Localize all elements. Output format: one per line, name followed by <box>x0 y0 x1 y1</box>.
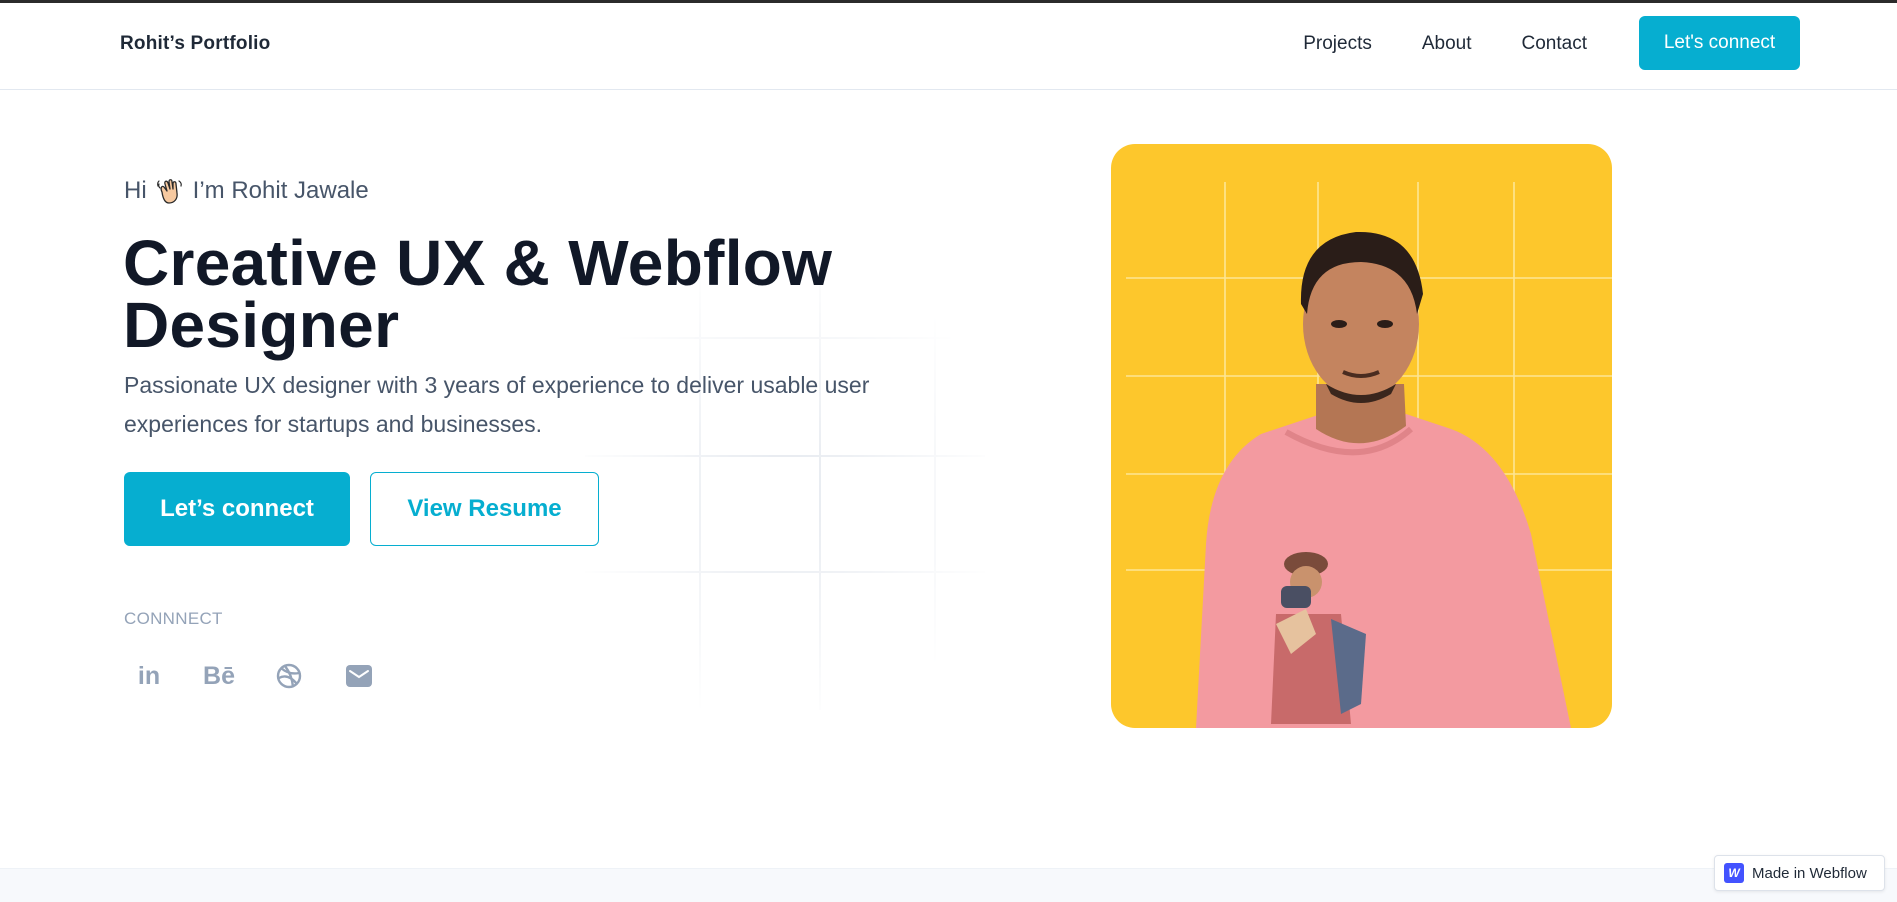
view-resume-button[interactable]: View Resume <box>370 472 599 546</box>
nav-link-contact[interactable]: Contact <box>1522 33 1587 55</box>
nav-link-about[interactable]: About <box>1422 33 1472 55</box>
webflow-badge-label: Made in Webflow <box>1752 864 1867 882</box>
nav-connect-button[interactable]: Let's connect <box>1639 16 1800 70</box>
greeting-name: I’m Rohit Jawale <box>192 177 369 204</box>
behance-icon[interactable]: Bē <box>194 654 244 698</box>
hero-subtitle: Passionate UX designer with 3 years of e… <box>124 372 870 437</box>
connect-button[interactable]: Let’s connect <box>124 472 350 546</box>
linkedin-icon[interactable]: in <box>124 654 174 698</box>
hero-headline: Creative UX & Webflow Designer <box>123 231 943 357</box>
next-section-edge <box>0 868 1897 902</box>
portrait-illustration <box>1126 182 1612 728</box>
webflow-logo-icon: W <box>1724 863 1744 883</box>
greeting-prefix: Hi <box>124 177 147 204</box>
nav-links: Projects About Contact <box>1303 33 1587 55</box>
waving-hand-icon <box>155 176 185 206</box>
hero-greeting: Hi I’m Rohit Jawale <box>124 176 369 206</box>
dribbble-icon[interactable] <box>264 654 314 698</box>
navbar: Rohit’s Portfolio Projects About Contact <box>0 3 1897 90</box>
behance-text: Bē <box>203 661 235 690</box>
nav-link-projects[interactable]: Projects <box>1303 33 1372 55</box>
portrait-photo <box>1111 144 1612 728</box>
social-links: in Bē <box>124 654 384 698</box>
linkedin-text: in <box>137 661 161 690</box>
connect-label: CONNNECT <box>124 609 223 628</box>
headline-line-2: Designer <box>123 289 400 361</box>
mail-icon[interactable] <box>334 654 384 698</box>
made-in-webflow-badge[interactable]: W Made in Webflow <box>1714 855 1885 891</box>
brand-logo[interactable]: Rohit’s Portfolio <box>120 33 270 55</box>
